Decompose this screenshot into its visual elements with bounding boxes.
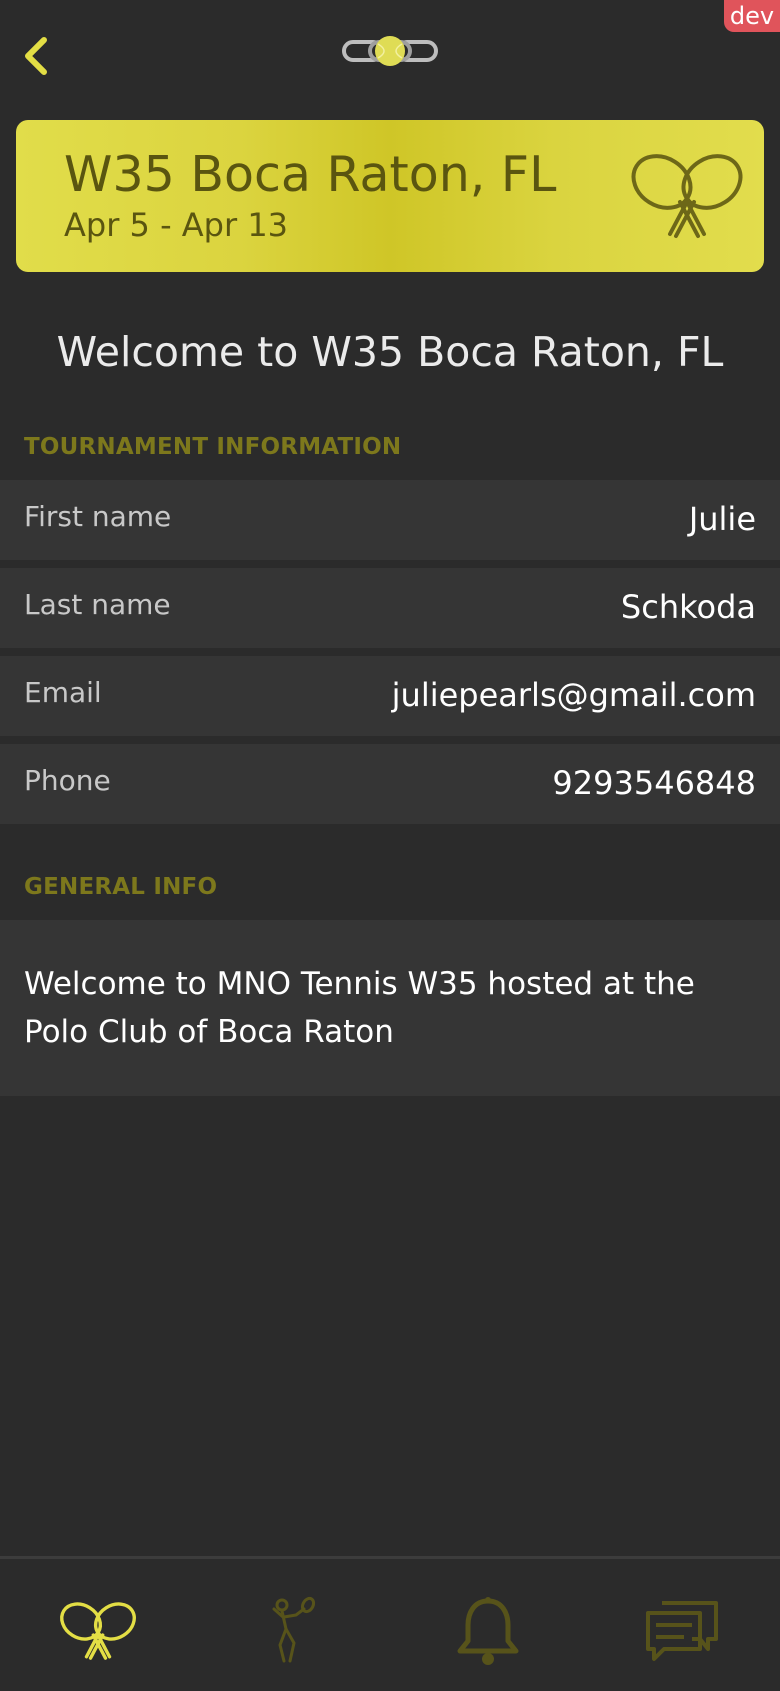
last-name-label: Last name (24, 588, 171, 621)
general-info-box: Welcome to MNO Tennis W35 hosted at the … (0, 920, 780, 1096)
tab-players[interactable] (252, 1595, 332, 1667)
email-label: Email (24, 676, 102, 709)
welcome-heading: Welcome to W35 Boca Raton, FL (56, 328, 724, 376)
back-button[interactable] (18, 34, 58, 78)
first-name-label: First name (24, 500, 172, 533)
crossed-rackets-icon (631, 154, 743, 238)
tournament-dates: Apr 5 - Apr 13 (64, 206, 289, 244)
crossed-rackets-icon (60, 1602, 136, 1660)
last-name-value: Schkoda (620, 588, 756, 626)
general-info-header: GENERAL INFO (24, 874, 218, 900)
email-row: Email juliepearls@gmail.com (0, 656, 780, 736)
tab-notifications[interactable] (448, 1595, 528, 1667)
chat-bubbles-icon (646, 1601, 718, 1661)
tournament-title: W35 Boca Raton, FL (64, 146, 557, 203)
last-name-row: Last name Schkoda (0, 568, 780, 648)
phone-label: Phone (24, 764, 111, 797)
bell-icon (457, 1597, 519, 1665)
chain-tennis-ball-logo-icon (342, 36, 438, 66)
tournament-info-header: TOURNAMENT INFORMATION (24, 434, 402, 460)
email-value: juliepearls@gmail.com (391, 676, 756, 714)
tournament-banner: W35 Boca Raton, FL Apr 5 - Apr 13 (16, 120, 764, 272)
general-info-text: Welcome to MNO Tennis W35 hosted at the … (24, 966, 695, 1050)
first-name-value: Julie (688, 500, 756, 538)
bottom-tab-bar (0, 1556, 780, 1691)
chevron-left-icon (25, 37, 47, 75)
app-logo (342, 34, 438, 68)
phone-row: Phone 9293546848 (0, 744, 780, 824)
tennis-player-icon (272, 1596, 316, 1663)
phone-value: 9293546848 (552, 764, 756, 802)
first-name-row: First name Julie (0, 480, 780, 560)
dev-badge: dev (724, 0, 780, 32)
tab-messages[interactable] (642, 1595, 722, 1667)
tab-tournaments[interactable] (58, 1595, 138, 1667)
